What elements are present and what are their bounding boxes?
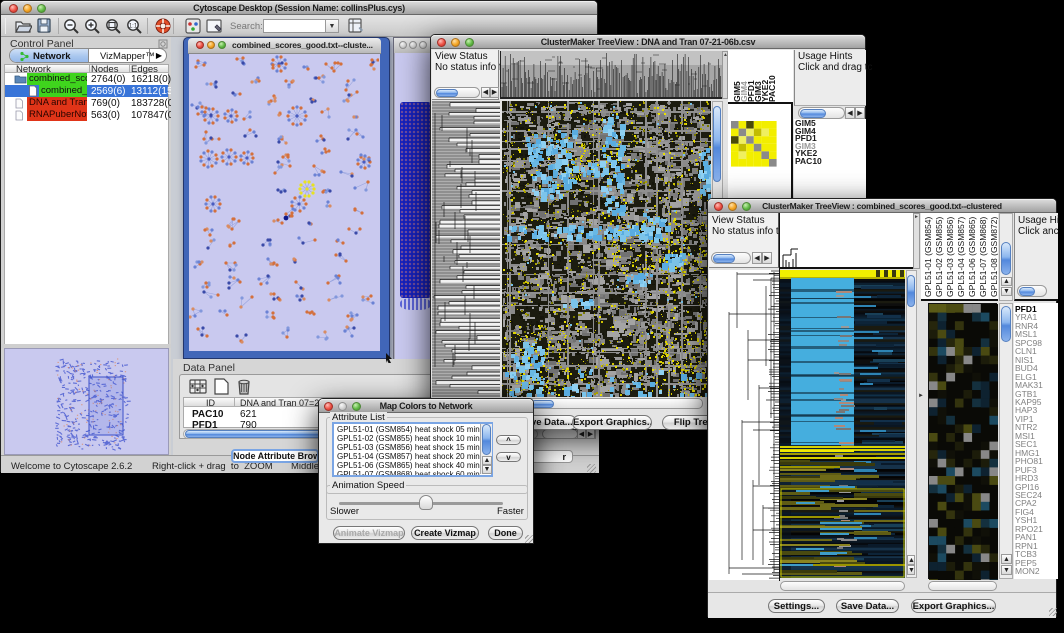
svg-text:1:1: 1:1 xyxy=(129,24,138,30)
